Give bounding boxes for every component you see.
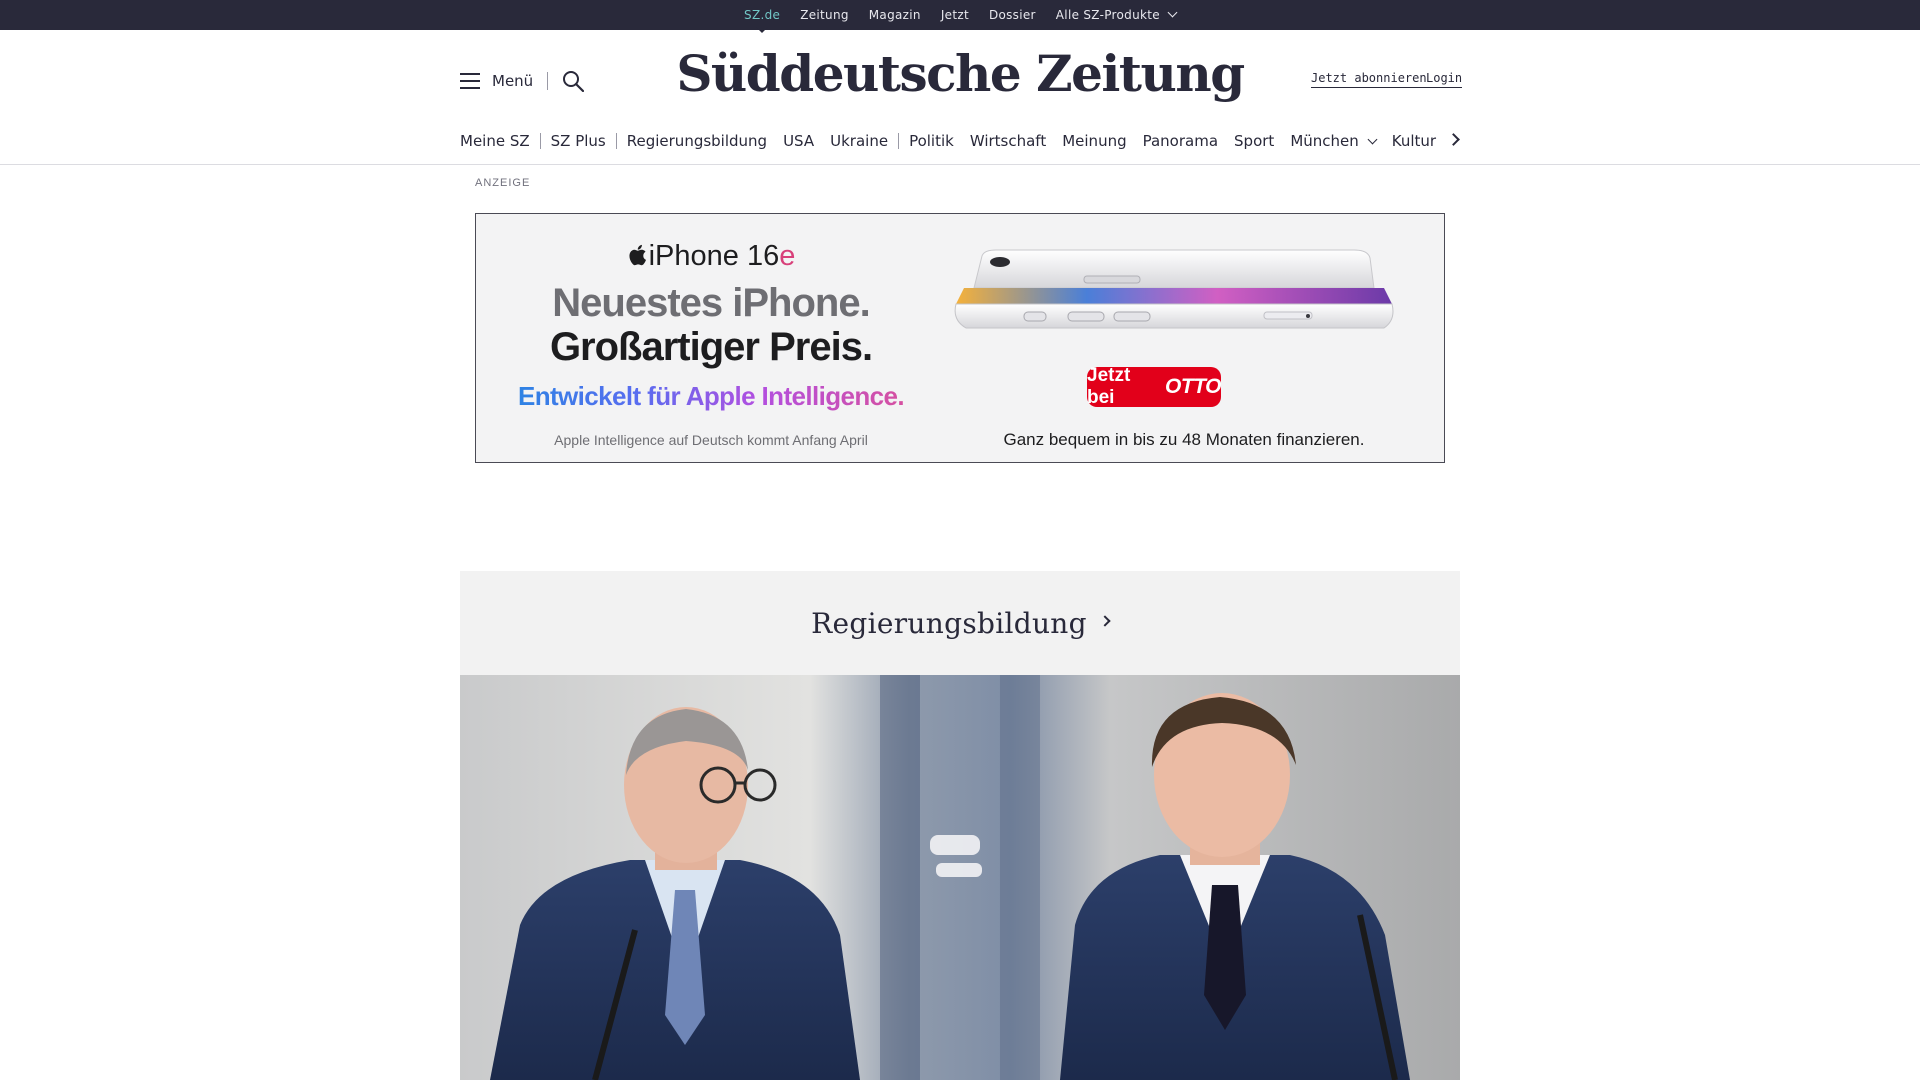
chevron-right-icon[interactable] (1447, 133, 1460, 146)
chevron-down-icon (1167, 7, 1178, 18)
ad-cta-label: Jetzt bei (1087, 365, 1131, 408)
ad-footnote: Apple Intelligence auf Deutsch kommt Anf… (554, 432, 868, 448)
login-link[interactable]: Login (1426, 71, 1463, 88)
top-bar: SZ.de Zeitung Magazin Jetzt Dossier Alle… (0, 0, 1920, 33)
top-link-jetzt[interactable]: Jetzt (941, 8, 969, 22)
nav-item-sport[interactable]: Sport (1234, 132, 1274, 150)
nav-item-wirtschaft[interactable]: Wirtschaft (970, 132, 1046, 150)
top-link-szde[interactable]: SZ.de (744, 8, 780, 33)
iphone-product-image (954, 249, 1394, 329)
site-logo[interactable]: Süddeutsche Zeitung (0, 44, 1920, 103)
ad-cta-button[interactable]: Jetzt bei OTTO (1087, 365, 1221, 408)
ad-brand-suffix: e (779, 240, 796, 272)
top-link-products-label: Alle SZ-Produkte (1055, 8, 1160, 22)
subscribe-link[interactable]: Jetzt abonnieren (1311, 71, 1427, 88)
nav-divider (898, 133, 900, 149)
ad-brand: iPhone 16e (476, 240, 946, 273)
nav-divider (539, 133, 541, 149)
lead-article-photo[interactable] (460, 675, 1460, 1080)
ad-finance-text: Ganz bequem in bis zu 48 Monaten finanzi… (1003, 430, 1365, 449)
apple-logo-icon (629, 244, 646, 266)
section-title: Regierungsbildung (811, 606, 1087, 640)
top-link-products[interactable]: Alle SZ-Produkte (1055, 7, 1178, 22)
ad-text-column: iPhone 16e Neuestes iPhone. Großartiger … (476, 214, 946, 462)
ad-intelligence-tagline: Entwickelt für Apple Intelligence. (476, 381, 946, 412)
ad-banner[interactable]: iPhone 16e Neuestes iPhone. Großartiger … (475, 213, 1445, 463)
ad-brand-name: iPhone 16 (648, 240, 780, 272)
nav-item-regierungsbildung[interactable]: Regierungsbildung (627, 132, 767, 150)
ad-headline-line-2: Großartiger Preis. (549, 325, 873, 369)
nav-item-meine-sz[interactable]: Meine SZ (460, 132, 530, 150)
top-link-dossier[interactable]: Dossier (989, 8, 1036, 22)
nav-divider (615, 133, 617, 149)
nav-item-politik[interactable]: Politik (909, 132, 954, 150)
nav-item-panorama[interactable]: Panorama (1143, 132, 1218, 150)
top-link-zeitung[interactable]: Zeitung (800, 8, 849, 22)
photo-illustration (460, 675, 1460, 1080)
ad-headline: Neuestes iPhone. Großartiger Preis. (476, 281, 946, 369)
top-bar-nav: SZ.de Zeitung Magazin Jetzt Dossier Alle… (0, 0, 1920, 33)
nav-item-ukraine[interactable]: Ukraine (830, 132, 888, 150)
chevron-down-icon (1367, 134, 1378, 145)
ad-label: ANZEIGE (475, 177, 531, 189)
category-nav: Meine SZ SZ Plus Regierungsbildung USA U… (460, 130, 1436, 152)
nav-item-sz-plus[interactable]: SZ Plus (551, 132, 606, 150)
chevron-right-icon (1099, 615, 1111, 627)
nav-item-usa[interactable]: USA (783, 132, 814, 150)
nav-item-meinung[interactable]: Meinung (1062, 132, 1126, 150)
section-header-regierungsbildung[interactable]: Regierungsbildung (460, 571, 1460, 675)
ad-headline-line-1: Neuestes iPhone. (552, 281, 870, 325)
site-header: Menü Süddeutsche Zeitung Jetzt abonniere… (0, 30, 1920, 165)
nav-item-kultur[interactable]: Kultur (1392, 132, 1436, 150)
nav-item-muenchen[interactable]: München (1290, 132, 1378, 150)
otto-logo: OTTO (1165, 375, 1221, 398)
nav-item-muenchen-label: München (1290, 132, 1359, 150)
top-link-magazin[interactable]: Magazin (869, 8, 921, 22)
